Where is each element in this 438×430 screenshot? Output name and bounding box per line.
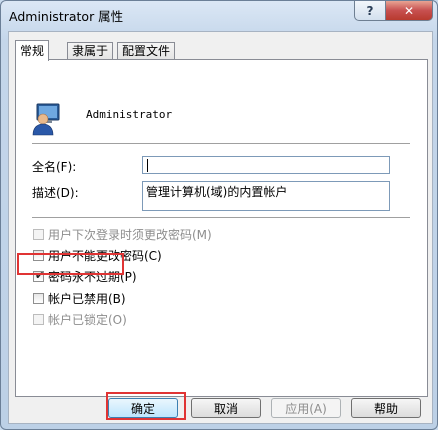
user-account-icon [30,102,64,139]
highlight-box-ok-button [106,392,186,420]
checkbox-box [33,314,44,325]
checkbox-box [33,229,44,240]
description-label: 描述(D): [32,186,79,200]
divider-middle [32,217,410,219]
title-bar[interactable]: Administrator 属性 ? ✕ [1,1,437,27]
highlight-box-account-disabled [17,253,124,275]
checkbox-must-change-password[interactable]: 用户下次登录时须更改密码(M) [33,226,212,243]
close-button[interactable]: ✕ [385,1,433,21]
properties-dialog: Administrator 属性 ? ✕ 常规 隶属于 配置文件 Adminis… [0,0,438,430]
checkbox-box [33,293,44,304]
cancel-button[interactable]: 取消 [191,398,261,418]
dialog-client: 常规 隶属于 配置文件 Administrator 全名(F): 描述(D): … [8,31,433,424]
user-name: Administrator [86,108,173,121]
checkbox-account-locked[interactable]: 帐户已锁定(O) [33,311,127,328]
help-button[interactable]: 帮助 [351,398,421,418]
help-title-button[interactable]: ? [354,1,386,21]
tab-general[interactable]: 常规 [15,40,50,61]
description-input[interactable]: 管理计算机(域)的内置帐户 [142,181,390,211]
divider-top [32,143,410,145]
checkbox-account-disabled[interactable]: 帐户已禁用(B) [33,290,126,307]
general-panel: Administrator 全名(F): 描述(D): 管理计算机(域)的内置帐… [15,59,428,397]
tab-profile[interactable]: 配置文件 [117,42,176,60]
fullname-input[interactable] [142,156,390,174]
text-caret [147,159,148,172]
apply-button[interactable]: 应用(A) [271,398,341,418]
close-icon: ✕ [403,3,415,18]
fullname-label: 全名(F): [32,160,77,174]
window-title: Administrator 属性 [9,9,124,24]
tab-member-of[interactable]: 隶属于 [67,42,114,60]
